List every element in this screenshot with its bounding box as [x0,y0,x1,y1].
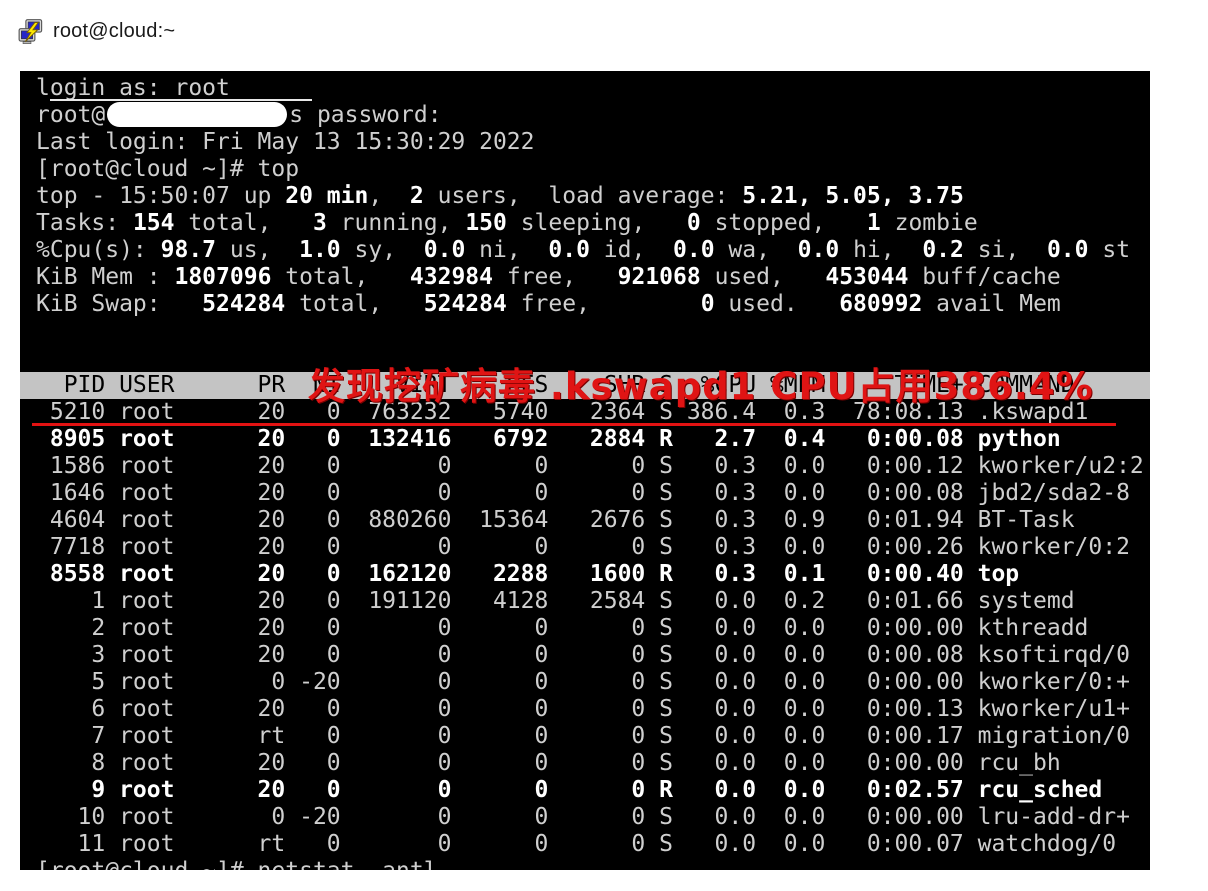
terminal-line-1: root@ s password: [36,102,1150,129]
process-row-3: 3 root 20 0 0 0 0 S 0.0 0.0 0:00.08 ksof… [36,642,1150,669]
process-row-4604: 4604 root 20 0 880260 15364 2676 S 0.3 0… [36,507,1150,534]
process-row-1: 1 root 20 0 191120 4128 2584 S 0.0 0.2 0… [36,588,1150,615]
next-command-prompt: [root@cloud ~]# netstat -antl [36,858,1150,870]
putty-icon [18,18,45,45]
process-row-10: 10 root 0 -20 0 0 0 S 0.0 0.0 0:00.00 lr… [36,804,1150,831]
process-row-9: 9 root 20 0 0 0 0 R 0.0 0.0 0:02.57 rcu_… [36,777,1150,804]
process-row-8: 8 root 20 0 0 0 0 S 0.0 0.0 0:00.00 rcu_… [36,750,1150,777]
process-row-1586: 1586 root 20 0 0 0 0 S 0.3 0.0 0:00.12 k… [36,453,1150,480]
top-summary-line-4: KiB Swap: 524284 total, 524284 free, 0 u… [36,291,1150,318]
process-row-5: 5 root 0 -20 0 0 0 S 0.0 0.0 0:00.00 kwo… [36,669,1150,696]
terminal-line-3: [root@cloud ~]# top [36,156,1150,183]
process-row-7: 7 root rt 0 0 0 0 S 0.0 0.0 0:00.17 migr… [36,723,1150,750]
redaction-blob [107,102,287,127]
process-row-8558: 8558 root 20 0 162120 2288 1600 R 0.3 0.… [36,561,1150,588]
top-summary-line-3: KiB Mem : 1807096 total, 432984 free, 92… [36,264,1150,291]
mining-virus-annotation: 发现挖矿病毒 .kswapd1 CPU占用386.4% [308,356,1094,410]
password-prompt-text: s password: [289,102,441,128]
top-summary-line-2: %Cpu(s): 98.7 us, 1.0 sy, 0.0 ni, 0.0 id… [36,237,1150,264]
window-title: root@cloud:~ [53,20,175,43]
title-bar[interactable]: root@cloud:~ [18,14,175,48]
process-row-6: 6 root 20 0 0 0 0 S 0.0 0.0 0:00.13 kwor… [36,696,1150,723]
terminal-line-2: Last login: Fri May 13 15:30:29 2022 [36,129,1150,156]
terminal-line-0: login as: root [36,75,1150,102]
top-summary-line-1: Tasks: 154 total, 3 running, 150 sleepin… [36,210,1150,237]
top-summary-line-0: top - 15:50:07 up 20 min, 2 users, load … [36,183,1150,210]
blank-line [36,318,1150,345]
process-row-7718: 7718 root 20 0 0 0 0 S 0.3 0.0 0:00.26 k… [36,534,1150,561]
process-row-1646: 1646 root 20 0 0 0 0 S 0.3 0.0 0:00.08 j… [36,480,1150,507]
process-row-11: 11 root rt 0 0 0 0 S 0.0 0.0 0:00.07 wat… [36,831,1150,858]
process-row-2: 2 root 20 0 0 0 0 S 0.0 0.0 0:00.00 kthr… [36,615,1150,642]
process-row-8905: 8905 root 20 0 132416 6792 2884 R 2.7 0.… [36,426,1150,453]
terminal[interactable]: login as: rootroot@ s password:Last login… [20,71,1150,870]
login-underline [50,99,312,101]
prompt-user-text: root@ [36,102,105,128]
